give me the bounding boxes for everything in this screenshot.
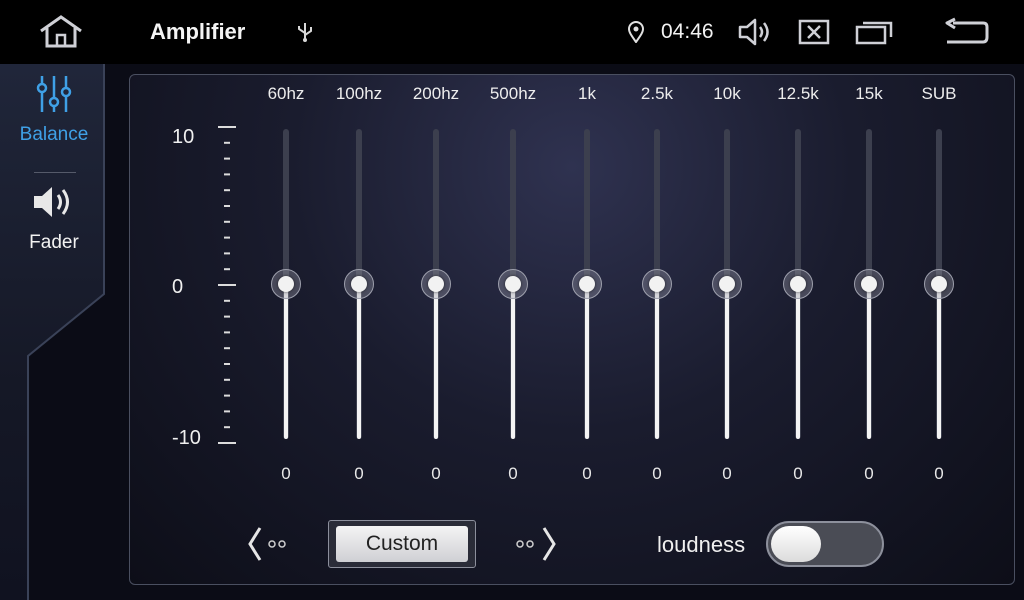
sidebar-item-fader[interactable]: Fader [0, 182, 108, 254]
eq-band-value: 0 [281, 464, 291, 483]
scale-min-label: -10 [172, 427, 201, 449]
loudness-toggle[interactable] [766, 521, 884, 567]
eq-band-label: 12.5k [777, 84, 819, 103]
eq-slider-handle[interactable] [924, 269, 954, 299]
eq-band-label: 200hz [412, 84, 460, 103]
eq-slider-fill [725, 284, 729, 439]
eq-band-label: 2.5k [640, 84, 674, 103]
eq-band: 100hz 0 [319, 84, 399, 483]
eq-band-value: 0 [508, 464, 518, 483]
eq-slider-handle[interactable] [854, 269, 884, 299]
eq-slider-handle[interactable] [642, 269, 672, 299]
eq-slider-handle[interactable] [572, 269, 602, 299]
status-bar: Amplifier 04:46 [0, 0, 1024, 64]
eq-slider-handle[interactable] [712, 269, 742, 299]
next-preset-button[interactable] [514, 524, 560, 564]
eq-band-value: 0 [431, 464, 441, 483]
eq-band: 1k 0 [547, 84, 627, 483]
eq-band-label: 15k [855, 84, 883, 103]
eq-band-label: 500hz [489, 84, 537, 103]
back-icon [945, 17, 989, 44]
sidebar-item-label: Fader [29, 232, 79, 253]
close-window-button[interactable] [797, 0, 831, 64]
eq-slider-fill [511, 284, 515, 439]
home-icon [40, 15, 82, 48]
eq-band-value: 0 [934, 464, 944, 483]
eq-slider-fill [284, 284, 288, 439]
sidebar-divider [34, 172, 76, 173]
eq-slider-fill [937, 284, 941, 439]
eq-band-label: 10k [713, 84, 741, 103]
recent-apps-icon [855, 21, 893, 45]
eq-slider-handle[interactable] [344, 269, 374, 299]
eq-band-label: SUB [921, 84, 957, 103]
recent-apps-button[interactable] [855, 0, 893, 64]
eq-slider-fill [867, 284, 871, 439]
home-button[interactable] [36, 0, 86, 64]
volume-icon [738, 18, 769, 46]
equalizer-sliders-icon [36, 76, 72, 112]
eq-band: 60hz 0 [246, 84, 326, 483]
eq-band-label: 100hz [335, 84, 383, 103]
scale-max-label: 10 [172, 126, 195, 148]
eq-band-value: 0 [722, 464, 732, 483]
eq-slider-fill [585, 284, 589, 439]
eq-band: 10k 0 [687, 84, 767, 483]
sidebar-item-balance[interactable]: Balance [0, 74, 108, 146]
sidebar: Balance Fader [0, 64, 110, 600]
preset-button[interactable]: Custom [336, 526, 468, 562]
eq-slider-fill [796, 284, 800, 439]
eq-slider-handle[interactable] [783, 269, 813, 299]
sidebar-item-label: Balance [19, 124, 89, 145]
location-icon [626, 0, 646, 64]
scale-ticks [218, 126, 236, 444]
eq-slider-handle[interactable] [271, 269, 301, 299]
chevron-left-icon [248, 527, 286, 561]
eq-band: 200hz 0 [396, 84, 476, 483]
equalizer-panel [129, 74, 1015, 585]
preset-selector[interactable]: Custom [328, 520, 476, 568]
eq-slider-fill [357, 284, 361, 439]
back-button[interactable] [940, 0, 990, 64]
eq-slider-handle[interactable] [421, 269, 451, 299]
loudness-label: loudness [657, 532, 746, 557]
toggle-knob [771, 526, 821, 562]
eq-slider-handle[interactable] [498, 269, 528, 299]
eq-band-label: 1k [578, 84, 596, 103]
page-title: Amplifier [150, 19, 246, 44]
eq-band: 500hz 0 [473, 84, 553, 483]
eq-slider-fill [655, 284, 659, 439]
eq-band-value: 0 [582, 464, 592, 483]
eq-band-value: 0 [652, 464, 662, 483]
eq-band: 12.5k 0 [758, 84, 838, 483]
eq-band-value: 0 [354, 464, 364, 483]
close-window-icon [798, 19, 830, 45]
chevron-right-icon [516, 527, 556, 561]
speaker-icon [34, 187, 69, 217]
scale-mid-label: 0 [172, 276, 184, 298]
eq-band: 2.5k 0 [617, 84, 697, 483]
eq-band-value: 0 [864, 464, 874, 483]
eq-slider-fill [434, 284, 438, 439]
eq-band: SUB 0 [899, 84, 979, 483]
usb-icon [294, 0, 316, 64]
eq-band: 15k 0 [829, 84, 909, 483]
eq-band-value: 0 [793, 464, 803, 483]
previous-preset-button[interactable] [246, 524, 292, 564]
clock: 04:46 [661, 20, 714, 43]
volume-button[interactable] [736, 0, 774, 64]
eq-band-label: 60hz [267, 84, 305, 103]
